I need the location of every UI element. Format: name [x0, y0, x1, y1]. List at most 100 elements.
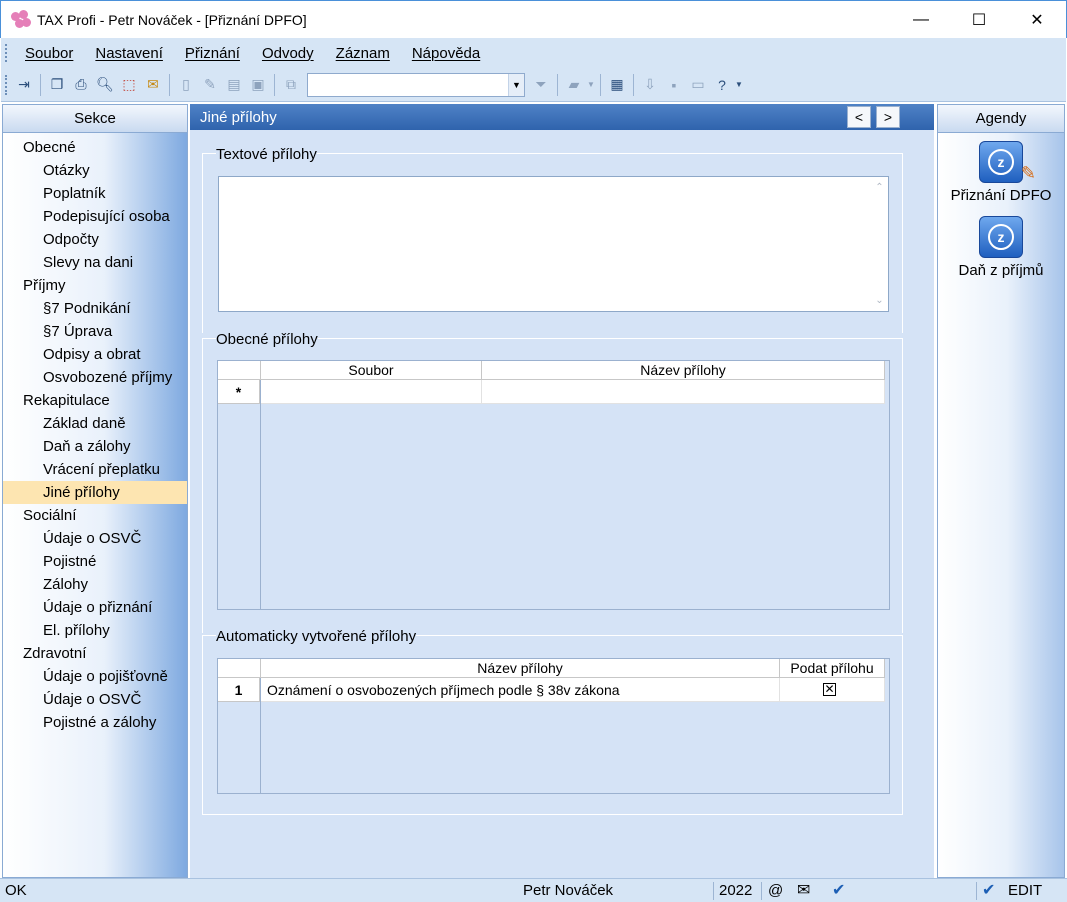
scroll-down-icon[interactable]: ⌄	[871, 292, 888, 309]
print-preview-icon[interactable]: 🔍︎	[94, 74, 116, 96]
agenda-item-dan-z-prijmu[interactable]: z Daň z příjmů	[938, 216, 1064, 279]
sidebar-item[interactable]: Otázky	[3, 159, 187, 182]
sidebar-item[interactable]: Vrácení přeplatku	[3, 458, 187, 481]
new-row-marker[interactable]: *	[218, 380, 260, 404]
column-header-soubor[interactable]: Soubor	[261, 361, 482, 380]
filter-combo[interactable]: ▼	[307, 72, 525, 97]
sidebar-item[interactable]: Zálohy	[3, 573, 187, 596]
prev-button[interactable]: <	[847, 106, 871, 128]
chevron-down-icon[interactable]: ▼	[587, 74, 595, 96]
sidebar-item[interactable]: Podepisující osoba	[3, 205, 187, 228]
exit-icon[interactable]: ⇥	[13, 74, 35, 96]
pdf-export-icon[interactable]: ⬚	[118, 74, 140, 96]
filter-icon[interactable]: ⏷	[530, 74, 552, 96]
import-icon[interactable]: ⇩	[639, 74, 661, 96]
email-icon[interactable]: ✉	[142, 74, 164, 96]
menu-napoveda[interactable]: Nápověda	[401, 45, 491, 62]
toolbar-separator	[274, 73, 275, 96]
column-header-podat-prilohu[interactable]: Podat přílohu	[780, 659, 885, 678]
print-icon[interactable]: ⎙	[70, 74, 92, 96]
brush-icon[interactable]: ✎	[199, 74, 221, 96]
maximize-button[interactable]: ☐	[950, 1, 1008, 39]
sidebar-item[interactable]: Obecné	[3, 136, 187, 159]
help-icon[interactable]: ?	[711, 74, 733, 96]
calculator-icon[interactable]: ▦	[606, 74, 628, 96]
sidebar-item[interactable]: Příjmy	[3, 274, 187, 297]
sections-sidebar: Sekce Obecné Otázky Poplatník Podepisují…	[2, 104, 188, 878]
scroll-up-icon[interactable]: ⌃	[871, 179, 888, 196]
info-icon[interactable]: ▪	[663, 74, 685, 96]
menu-nastaveni[interactable]: Nastavení	[84, 45, 174, 62]
column-header-nazev-prilohy[interactable]: Název přílohy	[482, 361, 885, 380]
window-icon[interactable]: ▭	[687, 74, 709, 96]
grid-corner-header	[218, 659, 261, 678]
sidebar-item[interactable]: §7 Podnikání	[3, 297, 187, 320]
toolbar-separator	[600, 73, 601, 96]
status-mode: EDIT	[1008, 882, 1043, 899]
sidebar-item[interactable]: Slevy na dani	[3, 251, 187, 274]
toolbar-separator	[169, 73, 170, 96]
auto-attachments-grid: Název přílohy Podat přílohu 1 Oznámení o…	[217, 658, 890, 794]
chevron-down-icon[interactable]: ▼	[508, 73, 524, 96]
new-row-name-cell[interactable]	[482, 380, 885, 404]
copy-icon[interactable]: ❐	[46, 74, 68, 96]
sidebar-item[interactable]: El. přílohy	[3, 619, 187, 642]
sidebar-item[interactable]: Odpočty	[3, 228, 187, 251]
text-scrollbar[interactable]: ⌃ ⌄	[871, 177, 888, 311]
menu-grip[interactable]	[5, 44, 8, 62]
submit-attachment-cell[interactable]: ✕	[780, 678, 885, 702]
edit-mode-icon: ✔	[982, 882, 996, 899]
attachment-name-cell[interactable]: Oznámení o osvobozených příjmech podle §…	[261, 678, 780, 702]
toolbar-separator	[557, 73, 558, 96]
sidebar-item-active[interactable]: Jiné přílohy	[3, 481, 187, 504]
sidebar-list: Obecné Otázky Poplatník Podepisující oso…	[3, 136, 187, 734]
close-button[interactable]: ✕	[1008, 1, 1066, 39]
menu-priznani[interactable]: Přiznání	[174, 45, 251, 62]
sidebar-item[interactable]: Poplatník	[3, 182, 187, 205]
text-attachments-input[interactable]: ⌃ ⌄	[218, 176, 889, 312]
chevron-down-icon[interactable]: ▼	[735, 74, 743, 96]
toolbar-grip[interactable]	[5, 74, 8, 95]
status-bar: OK Petr Nováček 2022 @ ✉ ✔ ✔ EDIT	[0, 878, 1067, 902]
sidebar-item[interactable]: Údaje o OSVČ	[3, 527, 187, 550]
new-document-icon[interactable]: ▯	[175, 74, 197, 96]
minimize-button[interactable]: —	[892, 1, 950, 39]
income-tax-icon[interactable]: z	[979, 216, 1023, 258]
check-pencil-icon[interactable]: ✔	[832, 879, 845, 902]
menu-zaznam[interactable]: Záznam	[325, 45, 401, 62]
sidebar-item[interactable]: Základ daně	[3, 412, 187, 435]
column-header-nazev-prilohy[interactable]: Název přílohy	[261, 659, 780, 678]
auto-attachments-legend: Automaticky vytvořené přílohy	[216, 628, 417, 645]
sidebar-item[interactable]: Pojistné a zálohy	[3, 711, 187, 734]
agenda-item-priznani-dpfo[interactable]: z ✎ Přiznání DPFO	[938, 141, 1064, 204]
tax-declaration-icon[interactable]: z ✎	[979, 141, 1036, 183]
status-year: 2022	[719, 882, 753, 899]
sidebar-item[interactable]: Rekapitulace	[3, 389, 187, 412]
sidebar-item[interactable]: Daň a zálohy	[3, 435, 187, 458]
general-attachments-legend: Obecné přílohy	[216, 331, 318, 348]
save-as-icon[interactable]: ▣	[247, 74, 269, 96]
folder-icon[interactable]: ▰	[563, 74, 585, 96]
sidebar-item[interactable]: §7 Úprava	[3, 320, 187, 343]
status-at: @	[768, 882, 784, 899]
sidebar-item[interactable]: Osvobozené příjmy	[3, 366, 187, 389]
sidebar-item[interactable]: Údaje o přiznání	[3, 596, 187, 619]
save-icon[interactable]: ▤	[223, 74, 245, 96]
submit-attachment-checkbox[interactable]: ✕	[823, 683, 836, 696]
sidebar-item[interactable]: Údaje o OSVČ	[3, 688, 187, 711]
sidebar-item[interactable]: Zdravotní	[3, 642, 187, 665]
sidebar-item[interactable]: Údaje o pojišťovně	[3, 665, 187, 688]
agenda-label: Daň z příjmů	[958, 262, 1044, 279]
agendas-panel: Agendy z ✎ Přiznání DPFO z Daň z příjmů	[937, 104, 1065, 878]
menu-soubor[interactable]: Soubor	[14, 45, 84, 62]
next-button[interactable]: >	[876, 106, 900, 128]
row-index[interactable]: 1	[218, 678, 260, 702]
title-bar: TAX Profi - Petr Nováček - [Přiznání DPF…	[0, 0, 1067, 38]
new-row-file-cell[interactable]	[261, 380, 482, 404]
sidebar-item[interactable]: Sociální	[3, 504, 187, 527]
duplicate-icon[interactable]: ⧉	[280, 74, 302, 96]
sidebar-item[interactable]: Pojistné	[3, 550, 187, 573]
sidebar-item[interactable]: Odpisy a obrat	[3, 343, 187, 366]
menu-odvody[interactable]: Odvody	[251, 45, 325, 62]
mail-icon[interactable]: ✉	[797, 879, 810, 902]
